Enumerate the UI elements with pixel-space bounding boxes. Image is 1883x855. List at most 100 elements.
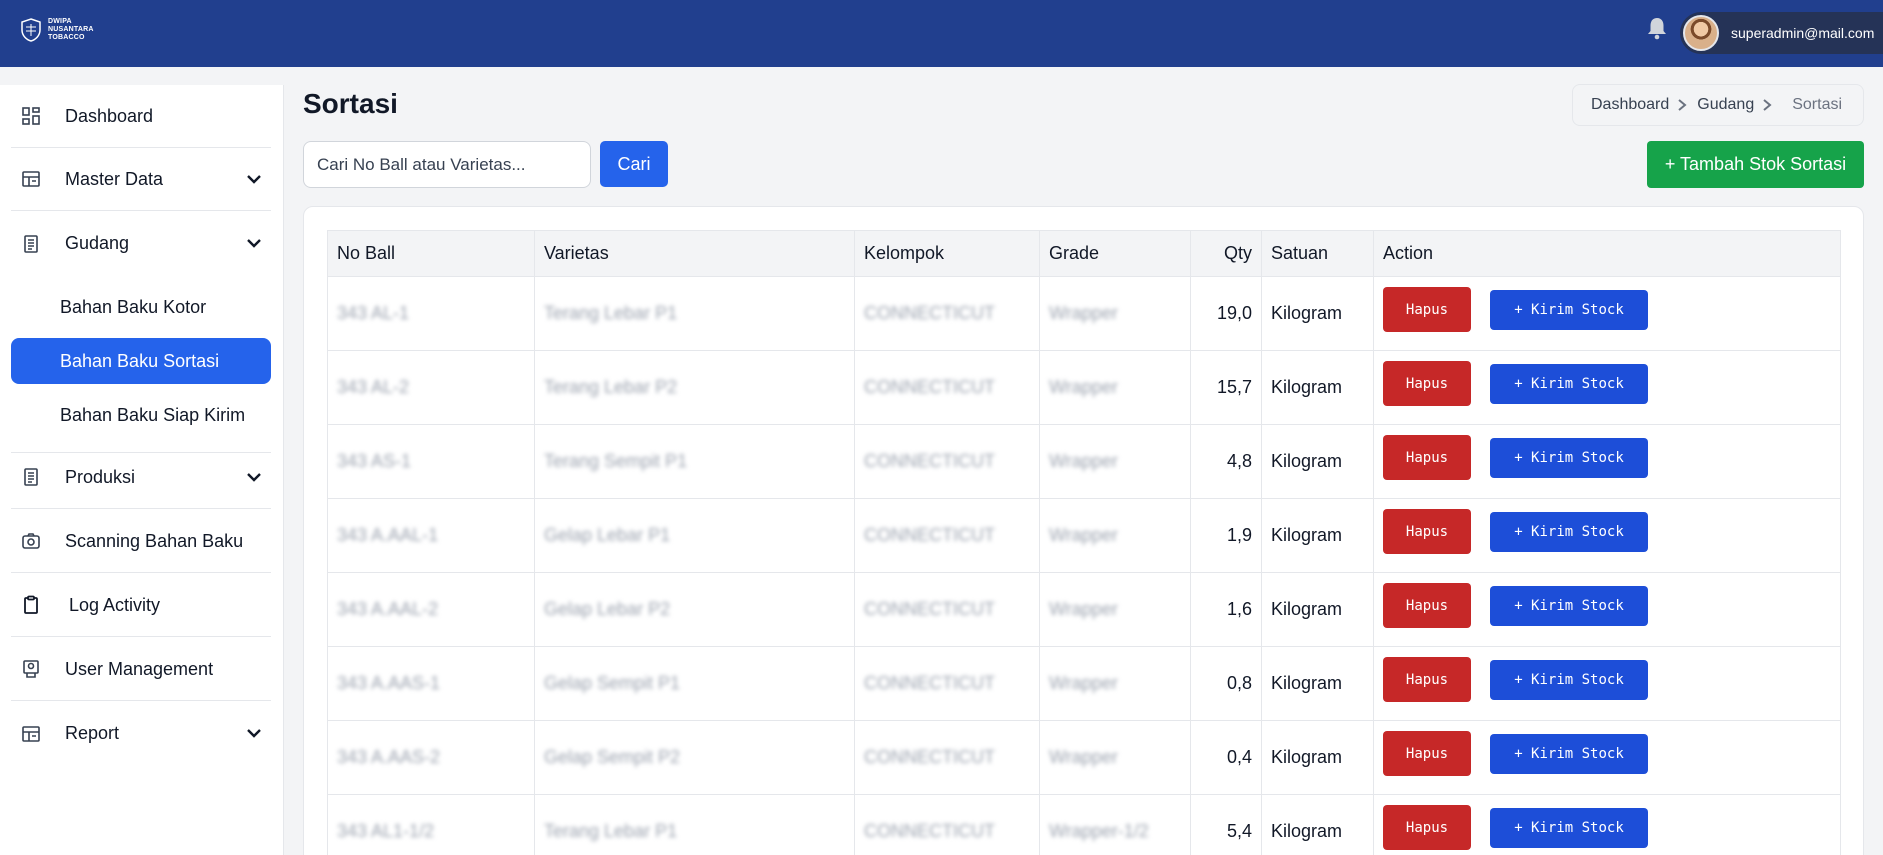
cell-varietas: Gelap Lebar P2: [534, 572, 855, 647]
sidebar-item-scanning[interactable]: Scanning Bahan Baku: [11, 510, 271, 573]
sidebar-item-user-management[interactable]: User Management: [11, 638, 271, 701]
cell-qty: 19,0: [1190, 276, 1262, 351]
sidebar-item-label: User Management: [65, 658, 214, 679]
user-email: superadmin@mail.com: [1731, 25, 1875, 41]
cell-grade: Wrapper: [1039, 720, 1191, 795]
cell-action: Hapus + Kirim Stock: [1373, 498, 1841, 573]
table-row: 343 A.AAS-1 Gelap Sempit P1 CONNECTICUT Wra…: [327, 646, 1841, 721]
table-row: 343 A.AAL-2 Gelap Lebar P2 CONNECTICUT Wrap…: [327, 572, 1841, 647]
cell-grade: Wrapper: [1039, 424, 1191, 499]
send-stock-button[interactable]: + Kirim Stock: [1490, 586, 1648, 626]
table-header-row: No Ball Varietas Kelompok Grade Qty Satu…: [327, 230, 1841, 277]
cell-varietas: Gelap Sempit P1: [534, 646, 855, 721]
document-icon: [24, 234, 38, 253]
table-row: 343 AL-1 Terang Lebar P1 CONNECTICUT Wrappe…: [327, 276, 1841, 351]
user-badge-icon: [23, 660, 39, 678]
user-menu[interactable]: superadmin@mail.com: [1680, 12, 1883, 54]
cell-satuan: Kilogram: [1261, 720, 1374, 795]
delete-button[interactable]: Hapus: [1383, 509, 1471, 554]
table-icon: [22, 171, 40, 187]
delete-button[interactable]: Hapus: [1383, 805, 1471, 850]
bell-icon[interactable]: [1646, 16, 1668, 40]
cell-kelompok: CONNECTICUT: [854, 794, 1040, 855]
sidebar-item-master-data[interactable]: Master Data: [11, 148, 271, 211]
chevron-down-icon: [247, 473, 261, 482]
cell-grade: Wrapper: [1039, 350, 1191, 425]
cell-no-ball: 343 AL-1: [327, 276, 535, 351]
send-stock-button[interactable]: + Kirim Stock: [1490, 734, 1648, 774]
cell-kelompok: CONNECTICUT: [854, 350, 1040, 425]
send-stock-button[interactable]: + Kirim Stock: [1490, 364, 1648, 404]
cell-satuan: Kilogram: [1261, 424, 1374, 499]
delete-button[interactable]: Hapus: [1383, 361, 1471, 406]
cell-no-ball: 343 A.AAL-1: [327, 498, 535, 573]
brand-logo[interactable]: DWIPA NUSANTARA TOBACCO: [20, 18, 94, 42]
chevron-down-icon: [247, 239, 261, 248]
breadcrumb-current: Sortasi: [1792, 96, 1843, 113]
chevron-down-icon: [247, 729, 261, 738]
cell-qty: 1,6: [1190, 572, 1262, 647]
sidebar-item-gudang[interactable]: Gudang: [11, 212, 271, 275]
cell-kelompok: CONNECTICUT: [854, 424, 1040, 499]
sidebar-subitem-bahan-baku-siap-kirim[interactable]: Bahan Baku Siap Kirim: [11, 392, 271, 438]
send-stock-button[interactable]: + Kirim Stock: [1490, 438, 1648, 478]
cell-varietas: Terang Lebar P1: [534, 276, 855, 351]
cell-qty: 1,9: [1190, 498, 1262, 573]
delete-button[interactable]: Hapus: [1383, 583, 1471, 628]
cell-kelompok: CONNECTICUT: [854, 646, 1040, 721]
sidebar-subitem-bahan-baku-sortasi[interactable]: Bahan Baku Sortasi: [11, 338, 271, 384]
cell-kelompok: CONNECTICUT: [854, 572, 1040, 647]
delete-button[interactable]: Hapus: [1383, 435, 1471, 480]
chevron-right-icon: [1678, 99, 1687, 111]
delete-button[interactable]: Hapus: [1383, 287, 1471, 332]
cell-no-ball: 343 A.AAS-1: [327, 646, 535, 721]
cell-no-ball: 343 AL1-1/2: [327, 794, 535, 855]
sidebar: Dashboard Master Data Gudang Bahan Baku …: [0, 85, 284, 855]
cell-varietas: Gelap Lebar P1: [534, 498, 855, 573]
dashboard-grid-icon: [22, 107, 40, 125]
breadcrumb-gudang[interactable]: Gudang: [1697, 96, 1754, 114]
column-header-varietas: Varietas: [534, 230, 855, 277]
sidebar-item-produksi[interactable]: Produksi: [11, 446, 271, 509]
delete-button[interactable]: Hapus: [1383, 731, 1471, 776]
send-stock-button[interactable]: + Kirim Stock: [1490, 808, 1648, 848]
cell-satuan: Kilogram: [1261, 498, 1374, 573]
cell-action: Hapus + Kirim Stock: [1373, 572, 1841, 647]
search-button[interactable]: Cari: [600, 141, 668, 187]
sidebar-item-report[interactable]: Report: [11, 702, 271, 765]
column-header-grade: Grade: [1039, 230, 1191, 277]
breadcrumb: Dashboard Gudang Sortasi: [1572, 84, 1864, 126]
sidebar-item-label: Gudang: [65, 233, 130, 253]
column-header-satuan: Satuan: [1261, 230, 1374, 277]
send-stock-button[interactable]: + Kirim Stock: [1490, 512, 1648, 552]
cell-no-ball: 343 A.AAL-2: [327, 572, 535, 647]
search-input[interactable]: [303, 141, 591, 188]
sidebar-item-label: Log Activity: [69, 594, 161, 615]
brand-line-3: TOBACCO: [48, 34, 85, 41]
sidebar-item-label: Master Data: [65, 168, 164, 189]
cell-action: Hapus + Kirim Stock: [1373, 646, 1841, 721]
breadcrumb-dashboard[interactable]: Dashboard: [1591, 96, 1669, 114]
send-stock-button[interactable]: + Kirim Stock: [1490, 660, 1648, 700]
table-row: 343 AS-1 Terang Sempit P1 CONNECTICUT Wrapp…: [327, 424, 1841, 499]
cell-kelompok: CONNECTICUT: [854, 498, 1040, 573]
sidebar-item-dashboard[interactable]: Dashboard: [11, 85, 271, 148]
add-stock-sortasi-button[interactable]: + Tambah Stok Sortasi: [1647, 141, 1864, 188]
send-stock-button[interactable]: + Kirim Stock: [1490, 290, 1648, 330]
clipboard-icon: [24, 595, 38, 614]
column-header-qty: Qty: [1190, 230, 1262, 277]
cell-no-ball: 343 A.AAS-2: [327, 720, 535, 795]
sidebar-subitem-bahan-baku-kotor[interactable]: Bahan Baku Kotor: [11, 284, 271, 330]
brand-name: DWIPA NUSANTARA TOBACCO: [48, 18, 94, 42]
delete-button[interactable]: Hapus: [1383, 657, 1471, 702]
cell-no-ball: 343 AL-2: [327, 350, 535, 425]
column-header-no-ball: No Ball: [327, 230, 535, 277]
cell-qty: 4,8: [1190, 424, 1262, 499]
sidebar-item-log-activity[interactable]: Log Activity: [11, 574, 271, 637]
cell-action: Hapus + Kirim Stock: [1373, 794, 1841, 855]
cell-grade: Wrapper-1/2: [1039, 794, 1191, 855]
cell-varietas: Terang Lebar P1: [534, 794, 855, 855]
sortasi-table: No Ball Varietas Kelompok Grade Qty Satu…: [327, 230, 1841, 855]
document-icon: [24, 468, 38, 486]
table-row: 343 A.AAS-2 Gelap Sempit P2 CONNECTICUT Wra…: [327, 720, 1841, 795]
